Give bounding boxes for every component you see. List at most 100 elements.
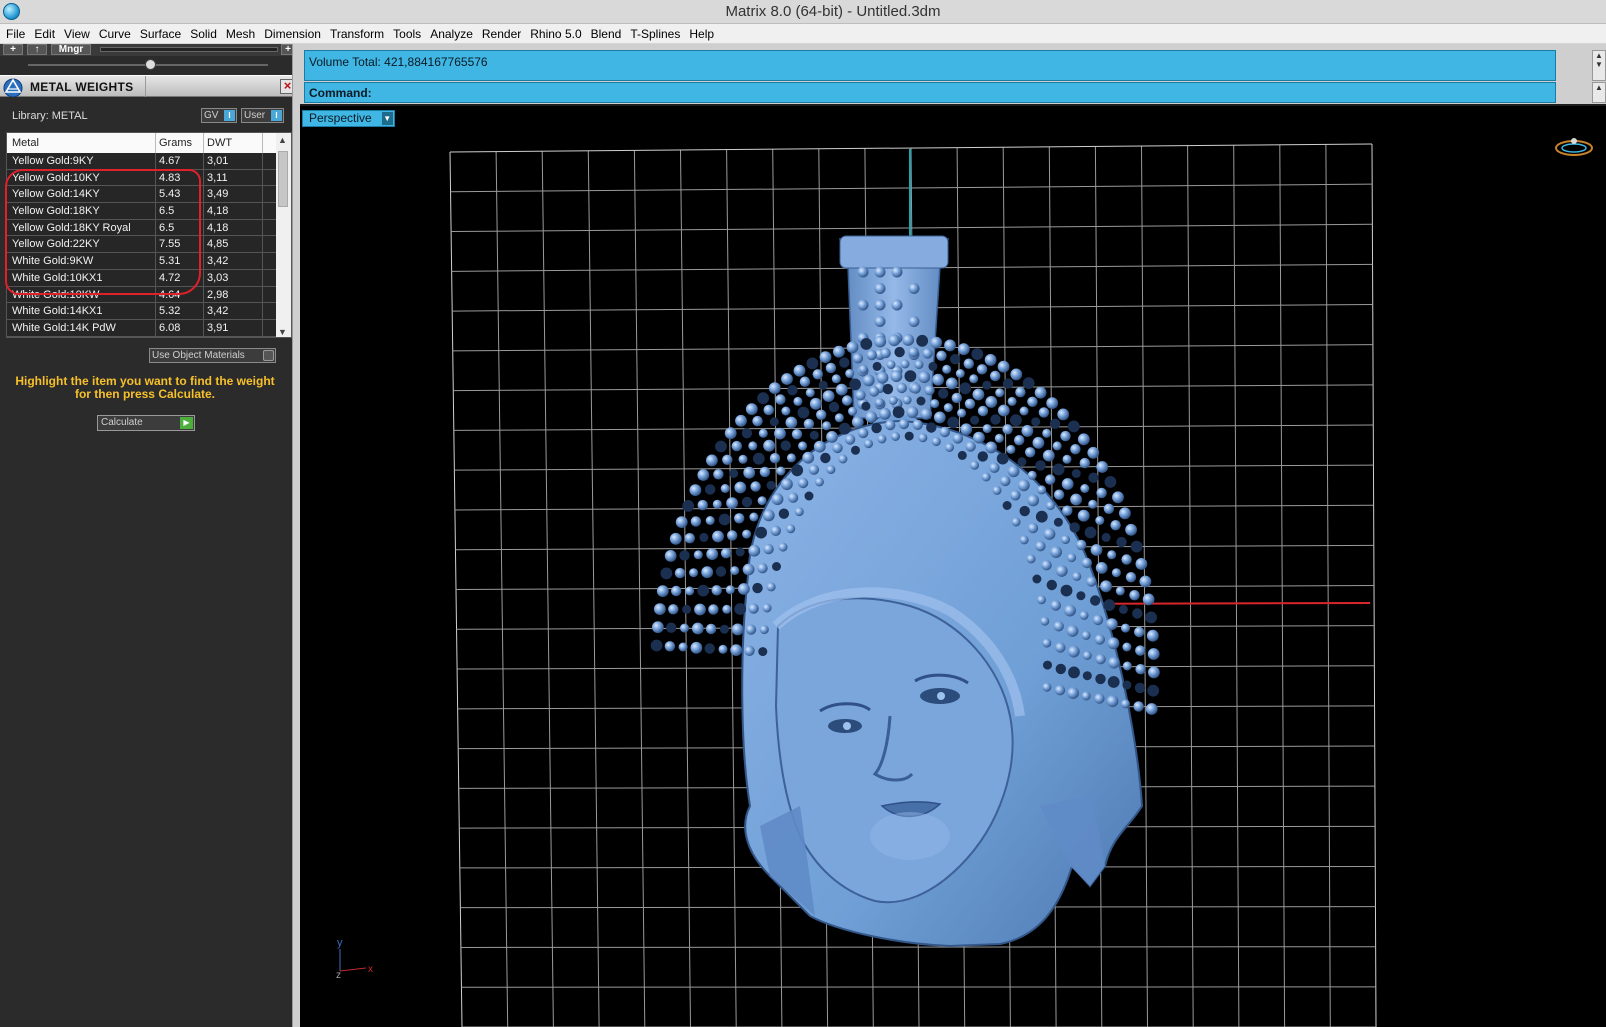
bead [699,532,709,542]
bead [973,431,985,444]
bead [757,563,768,574]
menu-view[interactable]: View [61,24,96,44]
menu-mesh[interactable]: Mesh [223,24,261,44]
bead [1053,517,1063,527]
bead [964,398,976,409]
bead [891,299,903,311]
viewport-canvas[interactable]: y z x [300,106,1606,1027]
bead [766,582,776,592]
bead [904,370,917,382]
command-line[interactable]: Command: [304,82,1556,103]
cell-metal: Yellow Gold:9KY [12,155,94,167]
bead [1061,478,1074,490]
table-row[interactable]: White Gold:14KX1 5.32 3,42 [7,303,277,321]
bead [775,394,786,405]
gv-toggle[interactable]: GV I [201,108,237,123]
bead [1119,507,1131,520]
bead [689,484,702,496]
menu-render[interactable]: Render [479,24,527,44]
bead [1064,604,1076,617]
menu-blend[interactable]: Blend [588,24,628,44]
bead [781,478,793,491]
manager-button[interactable]: Mngr [51,44,91,55]
bead [862,374,875,387]
bead [957,343,970,356]
calculate-button[interactable]: Calculate ▶ [97,415,195,431]
gv-toggle-knob: I [224,110,235,121]
panel-splitter[interactable] [292,44,300,1027]
scroll-up-icon[interactable]: ▲ [278,135,287,145]
bead [890,370,903,383]
scroll-down-icon[interactable]: ▼ [278,327,287,337]
command-scrollbar[interactable]: ▲ [1592,82,1606,103]
bead [742,529,752,539]
bead [1032,436,1045,449]
pendant-model[interactable] [650,235,1160,948]
bead [955,369,965,378]
bead [826,431,838,443]
bead [1057,408,1070,421]
matrix-logo-icon [3,78,23,97]
menu-edit[interactable]: Edit [31,24,61,44]
bead [708,604,719,615]
title-bar: Matrix 8.0 (64-bit) - Untitled.3dm [0,0,1606,24]
column-header-metal[interactable]: Metal [12,137,39,149]
table-row[interactable]: Yellow Gold:9KY 4.67 3,01 [7,153,277,170]
history-scrollbar[interactable]: ▲ ▼ [1592,50,1606,81]
menu-surface[interactable]: Surface [137,24,187,44]
bead [971,348,984,360]
scroll-thumb[interactable] [278,151,288,207]
menu-file[interactable]: File [3,24,31,44]
bead [838,422,851,435]
bead [841,395,853,406]
menu-solid[interactable]: Solid [187,24,223,44]
navigation-ring-icon[interactable] [1552,136,1596,160]
bead [752,415,763,427]
bead [1092,614,1104,626]
cell-dwt: 4,85 [207,238,229,251]
bead [904,431,914,441]
menu-transform[interactable]: Transform [327,24,390,44]
bead [791,429,803,440]
menu-dimension[interactable]: Dimension [261,24,327,44]
menu-rhino[interactable]: Rhino 5.0 [527,24,587,44]
bead [819,351,832,363]
slider-knob[interactable] [145,59,156,70]
arrow-up-icon[interactable]: ↑ [27,44,47,55]
use-object-materials-toggle[interactable]: Use Object Materials [149,348,276,363]
menu-tsplines[interactable]: T-Splines [627,24,686,44]
bead [682,604,692,614]
column-header-dwt[interactable]: DWT [207,137,232,149]
bead [1010,368,1023,381]
bead [1122,680,1132,690]
bead [730,644,743,656]
bead [772,562,781,571]
menu-analyze[interactable]: Analyze [427,24,479,44]
bead [802,451,815,464]
play-icon: ▶ [180,417,193,429]
bead [712,530,724,543]
add-icon[interactable]: + [3,44,23,55]
panel-zoom-slider[interactable] [100,47,278,52]
bead [848,406,857,416]
perspective-viewport[interactable]: y z x Perspective ▼ [300,106,1606,1027]
menu-tools[interactable]: Tools [390,24,427,44]
bead [1081,630,1091,640]
table-scrollbar[interactable]: ▲ ▼ [276,133,291,337]
bead [981,472,991,482]
menu-help[interactable]: Help [686,24,720,44]
bead [857,266,869,278]
bead [957,408,967,418]
bead [984,354,997,366]
bead [1086,576,1097,587]
table-row[interactable]: White Gold:14K PdW 6.08 3,91 [7,319,277,337]
column-header-grams[interactable]: Grams [159,137,192,149]
viewport-title-tab[interactable]: Perspective ▼ [302,110,395,127]
menu-curve[interactable]: Curve [96,24,137,44]
chevron-down-icon[interactable]: ▼ [381,112,393,125]
bead [858,427,869,439]
bead [825,362,837,374]
user-toggle[interactable]: User I [241,108,284,123]
bead [1014,435,1025,446]
bead [727,530,738,541]
